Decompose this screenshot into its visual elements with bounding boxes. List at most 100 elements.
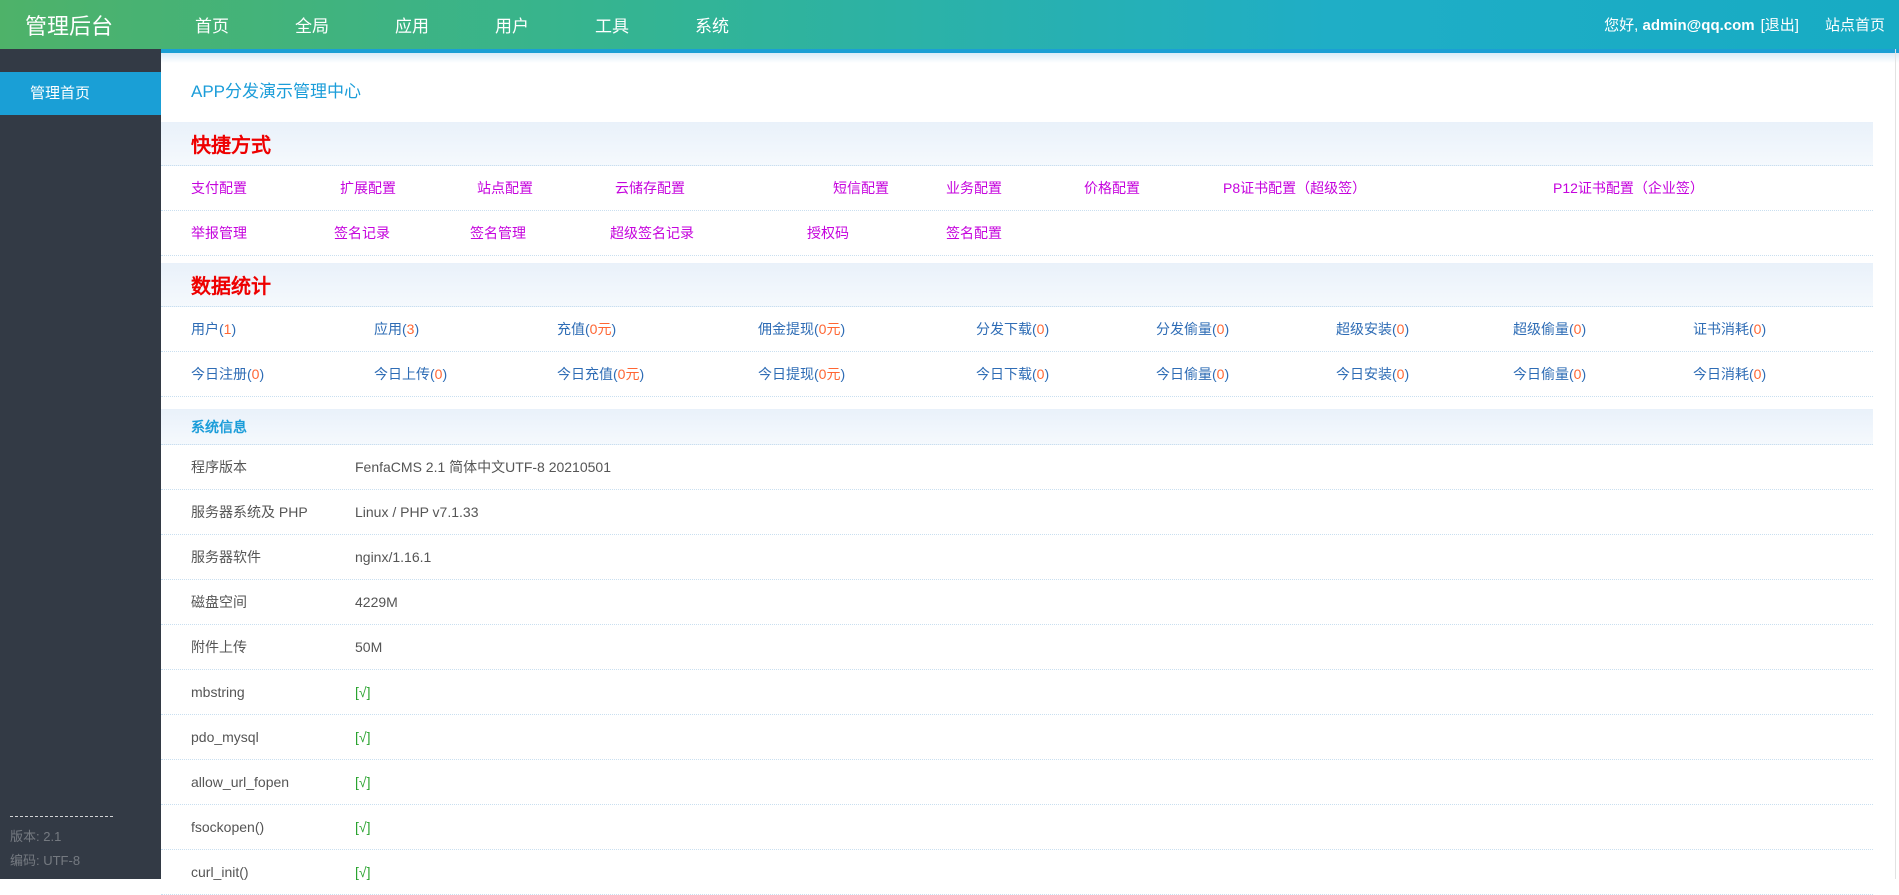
sysinfo-row: curl_init() [√] <box>161 850 1873 895</box>
sysinfo-label: 附件上传 <box>191 639 247 655</box>
shortcut-link[interactable]: 支付配置 <box>191 178 340 198</box>
site-home-link[interactable]: 站点首页 <box>1825 14 1885 35</box>
shortcut-link[interactable]: P12证书配置（企业签） <box>1553 178 1873 198</box>
stat-item[interactable]: 今日偷量(0) <box>1156 364 1336 384</box>
stat-item[interactable]: 今日上传(0) <box>374 364 557 384</box>
stat-item[interactable]: 证书消耗(0) <box>1693 319 1873 339</box>
top-nav-item[interactable]: 工具 <box>562 12 662 37</box>
stat-value: 0元 <box>818 321 841 337</box>
topbar: 管理后台 首页 全局 应用 用户 工具 系统 您好, admin@qq.com [退出] … <box>0 0 1899 49</box>
shortcuts-row-1: 支付配置 扩展配置 站点配置 云储存配置 短信配置 业务配置 价格配置 P8证书配置（超级签）… <box>161 166 1873 211</box>
shortcut-link[interactable]: 签名记录 <box>334 223 470 243</box>
sysinfo-label: 磁盘空间 <box>191 594 247 610</box>
sysinfo-label: curl_init() <box>191 864 249 880</box>
shortcuts-row-2: 举报管理 签名记录 签名管理 超级签名记录 授权码 签名配置 <box>161 211 1873 256</box>
stat-item[interactable]: 分发下载(0) <box>976 319 1156 339</box>
stat-value: 0元 <box>617 366 640 382</box>
sysinfo-table: 程序版本 FenfaCMS 2.1 简体中文UTF-8 20210501 服务器系统… <box>161 445 1873 895</box>
shortcut-link[interactable]: 签名管理 <box>470 223 610 243</box>
shortcuts-header-band: 快捷方式 <box>161 122 1873 166</box>
sysinfo-row: fsockopen() [√] <box>161 805 1873 850</box>
top-nav-item[interactable]: 系统 <box>662 12 762 37</box>
stat-paren-close: ) <box>1761 366 1767 382</box>
stat-item[interactable]: 佣金提现(0元) <box>758 319 976 339</box>
stat-paren-close: ) <box>1404 366 1410 382</box>
sysinfo-row: 附件上传 50M <box>161 625 1873 670</box>
stat-paren-close: ) <box>840 366 846 382</box>
sysinfo-row: mbstring [√] <box>161 670 1873 715</box>
stat-label: 今日上传 <box>374 366 430 382</box>
stat-label: 今日提现 <box>758 366 814 382</box>
stat-value: 0元 <box>818 366 841 382</box>
stat-paren-close: ) <box>442 366 448 382</box>
stat-item[interactable]: 今日注册(0) <box>191 364 374 384</box>
sysinfo-label: allow_url_fopen <box>191 774 290 790</box>
shortcut-link[interactable]: 超级签名记录 <box>610 223 807 243</box>
shortcut-link[interactable]: P8证书配置（超级签） <box>1223 178 1553 198</box>
stat-label: 应用 <box>374 321 402 337</box>
stat-label: 分发下载 <box>976 321 1032 337</box>
stat-label: 超级安装 <box>1336 321 1392 337</box>
sysinfo-label: 程序版本 <box>191 459 247 475</box>
sysinfo-check-value: [√] <box>355 684 371 700</box>
page-title[interactable]: APP分发演示管理中心 <box>191 77 361 102</box>
shortcut-link[interactable]: 扩展配置 <box>340 178 477 198</box>
sysinfo-label: mbstring <box>191 684 245 700</box>
stat-item[interactable]: 今日安装(0) <box>1336 364 1513 384</box>
main-content: APP分发演示管理中心 快捷方式 支付配置 扩展配置 站点配置 云储存配置 短信配置 业务… <box>161 49 1899 895</box>
stat-paren-close: ) <box>414 321 420 337</box>
shortcut-link[interactable]: 站点配置 <box>477 178 615 198</box>
stat-paren-close: ) <box>1224 366 1230 382</box>
top-nav-item[interactable]: 用户 <box>462 12 562 37</box>
stat-item[interactable]: 今日充值(0元) <box>557 364 758 384</box>
stat-label: 今日下载 <box>976 366 1032 382</box>
stat-label: 证书消耗 <box>1693 321 1749 337</box>
stat-item[interactable]: 超级安装(0) <box>1336 319 1513 339</box>
stat-item[interactable]: 今日下载(0) <box>976 364 1156 384</box>
sysinfo-check-value: [√] <box>355 819 371 835</box>
sysinfo-value: 50M <box>355 639 383 655</box>
stat-label: 充值 <box>557 321 585 337</box>
shortcut-link[interactable]: 授权码 <box>807 223 946 243</box>
top-nav-item[interactable]: 全局 <box>262 12 362 37</box>
shortcut-link[interactable]: 举报管理 <box>191 223 334 243</box>
app-title: 管理后台 <box>25 13 114 39</box>
section-shortcuts: 快捷方式 支付配置 扩展配置 站点配置 云储存配置 短信配置 业务配置 价格配置 P8证书配置… <box>161 122 1873 256</box>
stat-label: 今日注册 <box>191 366 247 382</box>
sysinfo-header-band: 系统信息 <box>161 409 1873 445</box>
stat-item[interactable]: 今日偷量(0) <box>1513 364 1693 384</box>
stat-item[interactable]: 充值(0元) <box>557 319 758 339</box>
stat-item[interactable]: 应用(3) <box>374 319 557 339</box>
shortcut-link[interactable]: 业务配置 <box>946 178 1084 198</box>
shortcut-link[interactable]: 短信配置 <box>833 178 946 198</box>
stat-label: 今日偷量 <box>1156 366 1212 382</box>
scrollbar-track[interactable] <box>1895 49 1896 879</box>
shortcut-link[interactable]: 签名配置 <box>946 223 1873 243</box>
stat-item[interactable]: 今日提现(0元) <box>758 364 976 384</box>
stat-paren-close: ) <box>840 321 846 337</box>
stat-value: 0元 <box>589 321 612 337</box>
sysinfo-row: 磁盘空间 4229M <box>161 580 1873 625</box>
stat-label: 分发偷量 <box>1156 321 1212 337</box>
shortcut-link[interactable]: 云储存配置 <box>615 178 833 198</box>
stat-item[interactable]: 超级偷量(0) <box>1513 319 1693 339</box>
stat-paren-close: ) <box>1044 321 1050 337</box>
section-stats: 数据统计 用户(1) 应用(3) 充值(0元) 佣金提现(0元) 分发下载(0) 分发偷量… <box>161 263 1873 397</box>
sidebar-item-admin-home[interactable]: 管理首页 <box>0 72 161 115</box>
top-nav-item[interactable]: 应用 <box>362 12 462 37</box>
stat-item[interactable]: 今日消耗(0) <box>1693 364 1873 384</box>
stat-label: 今日安装 <box>1336 366 1392 382</box>
shortcut-link[interactable]: 价格配置 <box>1084 178 1223 198</box>
stat-item[interactable]: 分发偷量(0) <box>1156 319 1336 339</box>
top-nav: 首页 全局 应用 用户 工具 系统 <box>162 12 762 37</box>
app-shell: 管理首页 版本: 2.1 编码: UTF-8 APP分发演示管理中心 快捷方式 … <box>0 49 1899 895</box>
sidebar-footer: 版本: 2.1 编码: UTF-8 <box>10 816 113 873</box>
sidebar: 管理首页 版本: 2.1 编码: UTF-8 <box>0 49 161 879</box>
stat-paren-close: ) <box>1224 321 1230 337</box>
sysinfo-value: 4229M <box>355 594 398 610</box>
logout-link[interactable]: [退出] <box>1761 14 1799 35</box>
stat-item[interactable]: 用户(1) <box>191 319 374 339</box>
greeting-text: 您好, admin@qq.com <box>1604 14 1754 35</box>
stat-label: 超级偷量 <box>1513 321 1569 337</box>
top-nav-item[interactable]: 首页 <box>162 12 262 37</box>
